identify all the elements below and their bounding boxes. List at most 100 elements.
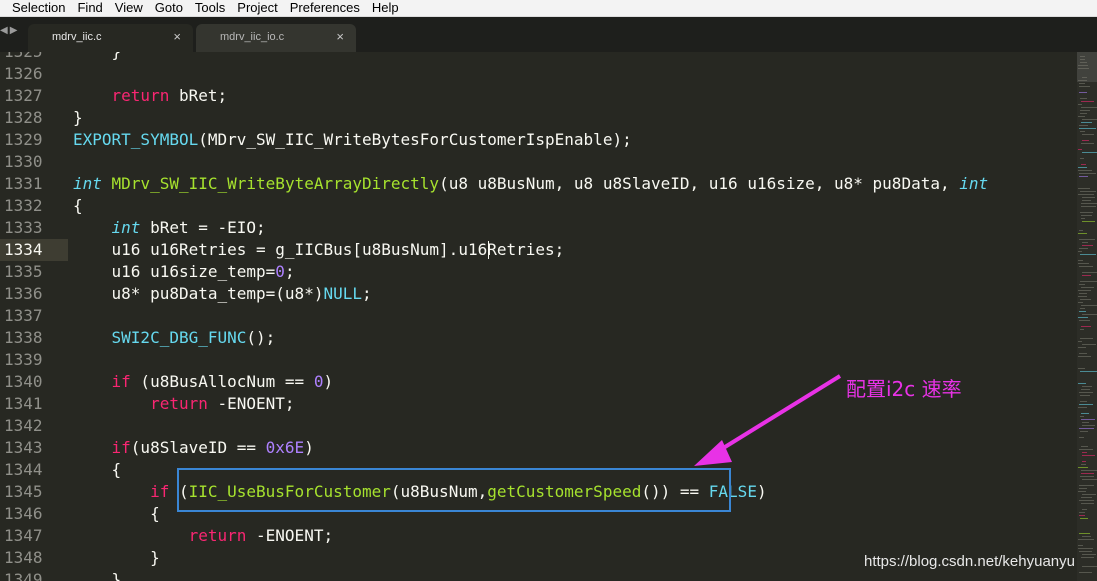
close-icon[interactable]: × xyxy=(173,29,181,44)
minimap-line xyxy=(1078,341,1082,342)
tab-prev-icon[interactable]: ◀ xyxy=(0,25,8,41)
code-line[interactable]: 1343 if(u8SlaveID == 0x6E) xyxy=(0,437,1077,459)
code-line[interactable]: 1328} xyxy=(0,107,1077,129)
minimap-line xyxy=(1081,473,1094,474)
minimap-line xyxy=(1081,503,1094,504)
minimap-line xyxy=(1081,305,1097,306)
menu-bar: Selection Find View Goto Tools Project P… xyxy=(0,0,1097,17)
menu-view[interactable]: View xyxy=(109,0,149,16)
line-code: EXPORT_SYMBOL(MDrv_SW_IIC_WriteBytesForC… xyxy=(73,130,632,149)
minimap-line xyxy=(1078,368,1085,369)
menu-preferences[interactable]: Preferences xyxy=(284,0,366,16)
menu-selection[interactable]: Selection xyxy=(0,0,71,16)
line-number: 1341 xyxy=(4,394,43,413)
minimap-line xyxy=(1081,218,1085,219)
code-line[interactable]: 1329 EXPORT_SYMBOL(MDrv_SW_IIC_WriteBytes… xyxy=(0,129,1077,151)
minimap-line xyxy=(1078,68,1089,69)
minimap-line xyxy=(1078,317,1088,318)
line-code: return bRet; xyxy=(111,86,228,105)
line-number: 1342 xyxy=(4,416,43,435)
line-code: } xyxy=(73,52,122,63)
minimap-line xyxy=(1080,518,1088,519)
close-icon[interactable]: × xyxy=(336,29,344,44)
code-line[interactable]: 1338 SWI2C_DBG_FUNC(); xyxy=(0,327,1077,349)
minimap-line xyxy=(1082,221,1095,222)
code-line[interactable]: 1336 u8* pu8Data_temp=(u8*)NULL; xyxy=(0,283,1077,305)
minimap-line xyxy=(1082,554,1096,555)
menu-goto[interactable]: Goto xyxy=(149,0,189,16)
minimap-line xyxy=(1081,419,1095,420)
minimap-line xyxy=(1079,404,1093,405)
minimap-line xyxy=(1082,134,1094,135)
minimap-line xyxy=(1079,83,1085,84)
minimap-line xyxy=(1080,191,1096,192)
line-code: u16 u16Retries = g_IICBus[u8BusNum].u16R… xyxy=(73,240,565,259)
menu-find[interactable]: Find xyxy=(71,0,108,16)
code-line[interactable]: 1331 int MDrv_SW_IIC_WriteByteArrayDirect… xyxy=(0,173,1077,195)
minimap-line xyxy=(1082,422,1089,423)
minimap-line xyxy=(1082,344,1096,345)
minimap-line xyxy=(1078,104,1082,105)
minimap-line xyxy=(1082,152,1097,153)
menu-project[interactable]: Project xyxy=(231,0,283,16)
tab-label: mdrv_iic.c xyxy=(52,31,102,43)
minimap-line xyxy=(1079,266,1093,267)
code-line[interactable]: 1342 xyxy=(0,415,1077,437)
line-code: return -ENOENT; xyxy=(150,394,295,413)
code-line[interactable]: 1349 } xyxy=(0,569,1077,581)
line-code: if (u8BusAllocNum == 0) xyxy=(111,372,334,391)
minimap-line xyxy=(1078,233,1087,234)
code-line[interactable]: 1326 xyxy=(0,63,1077,85)
minimap-line xyxy=(1080,431,1088,432)
minimap-line xyxy=(1082,455,1095,456)
minimap-line xyxy=(1082,140,1089,141)
minimap-line xyxy=(1078,491,1086,492)
minimap-line xyxy=(1079,176,1088,177)
minimap-line xyxy=(1078,65,1088,66)
minimap-line xyxy=(1079,428,1094,429)
line-code: } xyxy=(73,570,122,581)
tab-label: mdrv_iic_io.c xyxy=(220,31,285,43)
code-line[interactable]: 1327 return bRet; xyxy=(0,85,1077,107)
minimap-line xyxy=(1079,173,1096,174)
tab-bar: ◀ ▶ mdrv_iic.c × mdrv_iic_io.c × xyxy=(0,17,1097,52)
tab-mdrv-iic-io-c[interactable]: mdrv_iic_io.c × xyxy=(196,24,356,52)
minimap-line xyxy=(1079,512,1085,513)
minimap[interactable] xyxy=(1077,52,1097,581)
tab-mdrv-iic-c[interactable]: mdrv_iic.c × xyxy=(28,24,193,52)
code-line[interactable]: 1347 return -ENOENT; xyxy=(0,525,1077,547)
minimap-line xyxy=(1078,263,1089,264)
minimap-line xyxy=(1080,62,1087,63)
minimap-line xyxy=(1082,536,1091,537)
code-line[interactable]: 1335 u16 u16size_temp=0; xyxy=(0,261,1077,283)
tab-next-icon[interactable]: ▶ xyxy=(10,25,18,41)
code-line[interactable]: 1325 } xyxy=(0,52,1077,63)
minimap-line xyxy=(1078,170,1092,171)
minimap-line xyxy=(1078,167,1087,168)
code-line[interactable]: 1332 { xyxy=(0,195,1077,217)
minimap-line xyxy=(1078,251,1082,252)
minimap-line xyxy=(1079,86,1090,87)
minimap-line xyxy=(1080,371,1097,372)
code-line[interactable]: 1334 u16 u16Retries = g_IICBus[u8BusNum]… xyxy=(0,239,1077,261)
minimap-line xyxy=(1081,389,1090,390)
code-line[interactable]: 1339 xyxy=(0,349,1077,371)
menu-tools[interactable]: Tools xyxy=(189,0,231,16)
line-number: 1332 xyxy=(4,196,43,215)
minimap-line xyxy=(1078,383,1086,384)
code-line[interactable]: 1333 int bRet = -EIO; xyxy=(0,217,1077,239)
code-line[interactable]: 1330 xyxy=(0,151,1077,173)
minimap-line xyxy=(1081,470,1097,471)
code-line[interactable]: 1337 xyxy=(0,305,1077,327)
minimap-line xyxy=(1079,515,1085,516)
minimap-line xyxy=(1080,212,1093,213)
minimap-line xyxy=(1079,128,1096,129)
minimap-line xyxy=(1081,413,1089,414)
line-number: 1348 xyxy=(4,548,43,567)
line-number: 1346 xyxy=(4,504,43,523)
minimap-line xyxy=(1082,314,1097,315)
minimap-line xyxy=(1078,149,1082,150)
minimap-line xyxy=(1079,92,1087,93)
menu-help[interactable]: Help xyxy=(366,0,405,16)
line-code: { xyxy=(73,196,83,215)
